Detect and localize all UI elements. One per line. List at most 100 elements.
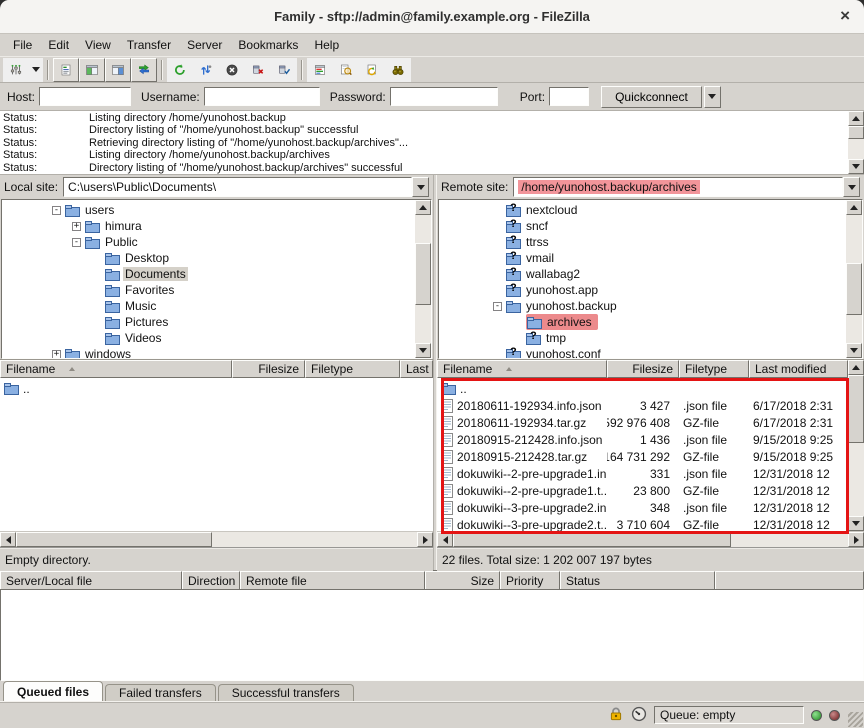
remote-tree-scrollbar[interactable] <box>846 200 862 358</box>
scroll-right-button[interactable] <box>417 532 433 547</box>
tree-node-himura[interactable]: +himura <box>2 218 415 234</box>
remote-hscrollbar[interactable] <box>437 531 864 547</box>
scroll-up-button[interactable] <box>848 360 864 375</box>
column-filesize[interactable]: Filesize <box>232 360 305 378</box>
port-input[interactable] <box>549 87 589 106</box>
scroll-down-button[interactable] <box>848 516 864 531</box>
host-input[interactable] <box>39 87 131 106</box>
scroll-thumb[interactable] <box>16 532 212 547</box>
tree-node-yunohost-app[interactable]: ?yunohost.app <box>439 282 846 298</box>
queue-column-remote-file[interactable]: Remote file <box>240 571 425 590</box>
file-row[interactable]: 20180611-192934.info.json3 427.json file… <box>437 397 848 414</box>
tree-node-documents[interactable]: Documents <box>2 266 415 282</box>
menu-file[interactable]: File <box>5 35 40 55</box>
tree-node-archives[interactable]: archives <box>439 314 846 330</box>
scroll-track[interactable] <box>846 315 862 343</box>
scroll-right-button[interactable] <box>848 532 864 547</box>
scroll-thumb[interactable] <box>848 126 864 139</box>
column-last-modified[interactable]: Last modified <box>749 360 848 378</box>
collapse-icon[interactable]: - <box>493 302 502 311</box>
cancel-button[interactable] <box>219 58 245 82</box>
tree-node-tmp[interactable]: ?tmp <box>439 330 846 346</box>
queue-column-direction[interactable]: Direction <box>182 571 240 590</box>
queue-column-priority[interactable]: Priority <box>500 571 560 590</box>
tree-node-desktop[interactable]: Desktop <box>2 250 415 266</box>
file-row[interactable]: dokuwiki--3-pre-upgrade2.t...3 710 604GZ… <box>437 516 848 531</box>
menu-bookmarks[interactable]: Bookmarks <box>230 35 306 55</box>
file-row[interactable]: dokuwiki--3-pre-upgrade2.in...348.json f… <box>437 499 848 516</box>
scroll-track[interactable] <box>415 305 431 343</box>
scroll-track[interactable] <box>212 532 417 547</box>
tree-node-public[interactable]: -Public <box>2 234 415 250</box>
tree-node-wallabag2[interactable]: ?wallabag2 <box>439 266 846 282</box>
tree-node-nextcloud[interactable]: ?nextcloud <box>439 202 846 218</box>
site-manager-button[interactable] <box>3 58 29 82</box>
collapse-icon[interactable]: - <box>72 238 81 247</box>
scroll-up-button[interactable] <box>848 111 864 126</box>
menu-transfer[interactable]: Transfer <box>119 35 179 55</box>
scroll-down-button[interactable] <box>848 159 864 174</box>
tree-node-sncf[interactable]: ?sncf <box>439 218 846 234</box>
close-icon[interactable]: × <box>840 6 850 26</box>
find-button[interactable] <box>385 58 411 82</box>
column-last[interactable]: Last <box>400 360 433 378</box>
tab-failed-transfers[interactable]: Failed transfers <box>105 684 216 701</box>
file-row[interactable]: 20180915-212428.info.json1 436.json file… <box>437 431 848 448</box>
local-path-dropdown-button[interactable] <box>412 177 429 197</box>
scroll-left-button[interactable] <box>0 532 16 547</box>
expand-icon[interactable]: + <box>52 350 61 359</box>
tree-node-ttrss[interactable]: ?ttrss <box>439 234 846 250</box>
filter-button[interactable] <box>307 58 333 82</box>
file-row[interactable]: dokuwiki--2-pre-upgrade1.in...331.json f… <box>437 465 848 482</box>
site-manager-dropdown-button[interactable] <box>29 58 43 82</box>
compare-button[interactable] <box>333 58 359 82</box>
queue-column-size[interactable]: Size <box>425 571 500 590</box>
quickconnect-button[interactable]: Quickconnect <box>601 86 702 108</box>
file-row[interactable]: dokuwiki--2-pre-upgrade1.t...23 800GZ-fi… <box>437 482 848 499</box>
log-scrollbar[interactable] <box>848 111 864 174</box>
tree-node-yunohost-conf[interactable]: ?yunohost.conf <box>439 346 846 358</box>
toggle-local-tree-button[interactable] <box>79 58 105 82</box>
scroll-track[interactable] <box>731 532 848 547</box>
scroll-thumb[interactable] <box>846 263 862 315</box>
collapse-icon[interactable]: - <box>52 206 61 215</box>
file-row[interactable]: .. <box>0 380 433 397</box>
scroll-down-button[interactable] <box>846 343 862 358</box>
refresh-button[interactable] <box>167 58 193 82</box>
column-filename[interactable]: Filename <box>0 360 232 378</box>
column-filesize[interactable]: Filesize <box>607 360 679 378</box>
local-path-field[interactable]: C:\users\Public\Documents\ <box>63 177 412 197</box>
tree-node-yunohost-backup[interactable]: -yunohost.backup <box>439 298 846 314</box>
local-tree-scrollbar[interactable] <box>415 200 431 358</box>
tree-node-pictures[interactable]: Pictures <box>2 314 415 330</box>
queue-column-server-local-file[interactable]: Server/Local file <box>0 571 182 590</box>
scroll-down-button[interactable] <box>415 343 431 358</box>
file-row[interactable]: .. <box>437 380 848 397</box>
scroll-thumb[interactable] <box>453 532 731 547</box>
local-hscrollbar[interactable] <box>0 531 433 547</box>
remote-list-scrollbar[interactable] <box>848 360 864 531</box>
menu-server[interactable]: Server <box>179 35 230 55</box>
toggle-remote-tree-button[interactable] <box>105 58 131 82</box>
remote-path-field[interactable]: /home/yunohost.backup/archives <box>513 177 843 197</box>
queue-column-status[interactable]: Status <box>560 571 715 590</box>
scroll-thumb[interactable] <box>415 243 431 305</box>
tree-node-users[interactable]: -users <box>2 202 415 218</box>
expand-icon[interactable]: + <box>72 222 81 231</box>
tab-queued-files[interactable]: Queued files <box>3 681 103 701</box>
disconnect-button[interactable] <box>245 58 271 82</box>
column-filename[interactable]: Filename <box>437 360 607 378</box>
scroll-up-button[interactable] <box>415 200 431 215</box>
password-input[interactable] <box>390 87 498 106</box>
column-filetype[interactable]: Filetype <box>305 360 400 378</box>
resize-grip[interactable] <box>848 712 863 727</box>
tree-node-favorites[interactable]: Favorites <box>2 282 415 298</box>
remote-path-dropdown-button[interactable] <box>843 177 860 197</box>
username-input[interactable] <box>204 87 320 106</box>
menu-help[interactable]: Help <box>306 35 347 55</box>
column-filetype[interactable]: Filetype <box>679 360 749 378</box>
quickconnect-dropdown-button[interactable] <box>704 86 721 108</box>
reconnect-button[interactable] <box>271 58 297 82</box>
tree-node-windows[interactable]: +windows <box>2 346 415 358</box>
menu-view[interactable]: View <box>77 35 119 55</box>
